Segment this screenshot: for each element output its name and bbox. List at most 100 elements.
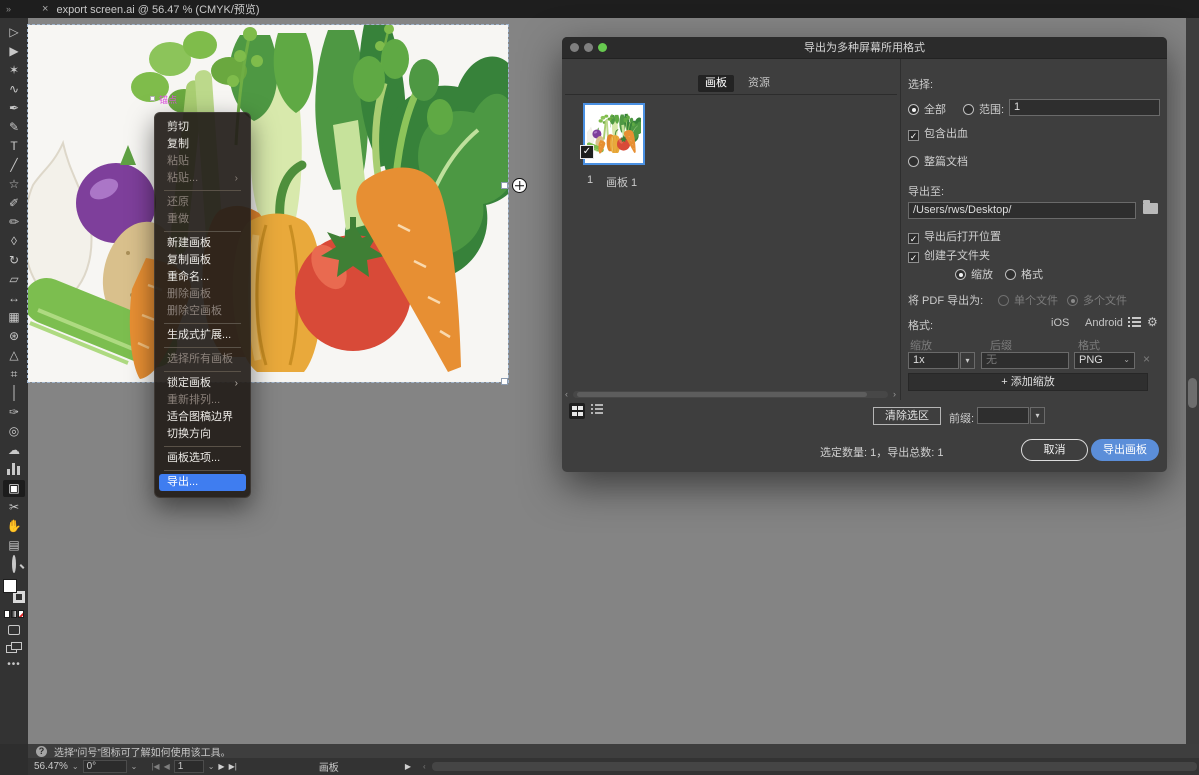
artboard-corner-handle[interactable] xyxy=(501,378,508,385)
gradient-tool[interactable] xyxy=(3,385,25,402)
anchor-point-handle[interactable] xyxy=(150,96,155,101)
zoom-tool[interactable] xyxy=(3,556,25,573)
menu-item-copy[interactable]: 复制 xyxy=(155,136,250,153)
tab-assets[interactable]: 资源 xyxy=(741,75,777,92)
artboard-nav-value[interactable]: 1 xyxy=(174,760,204,773)
scrollbar-thumb[interactable] xyxy=(1188,378,1197,408)
menu-item-lock-artboards[interactable]: 锁定画板› xyxy=(155,375,250,392)
full-document-radio[interactable]: 整篇文档 xyxy=(908,153,968,169)
zoom-dropdown-icon[interactable]: ⌄ xyxy=(72,762,79,771)
rotation-value[interactable]: 0° xyxy=(83,760,127,773)
first-artboard-icon[interactable]: |◀ xyxy=(151,762,159,771)
menu-item-artboard-options[interactable]: 画板选项... xyxy=(155,450,250,467)
range-input[interactable]: 1 xyxy=(1009,99,1160,116)
open-after-export-checkbox[interactable]: ✓导出后打开位置 xyxy=(908,228,1001,244)
screen-mode-icon[interactable] xyxy=(6,642,22,653)
prev-artboard-icon[interactable]: ◀ xyxy=(164,762,170,771)
color-mode-strip[interactable] xyxy=(4,610,24,618)
create-subfolders-checkbox[interactable]: ✓创建子文件夹 xyxy=(908,247,990,263)
edit-toolbar-ellipsis-icon[interactable]: ••• xyxy=(7,659,21,670)
none-swatch-icon[interactable] xyxy=(18,610,24,618)
scale-select[interactable]: 1x xyxy=(908,352,959,369)
menu-item-duplicate-artboard[interactable]: 复制画板 xyxy=(155,252,250,269)
free-transform-tool[interactable]: ▦ xyxy=(3,309,25,326)
canvas-hscrollbar[interactable] xyxy=(432,762,1197,771)
suffix-input[interactable]: 无 xyxy=(981,352,1069,369)
zoom-level-value[interactable]: 56.47% xyxy=(34,761,68,772)
magic-wand-tool[interactable]: ✶ xyxy=(3,62,25,79)
thumbnail-name[interactable]: 画板 1 xyxy=(606,174,637,190)
android-preset-link[interactable]: Android xyxy=(1085,317,1123,329)
export-artboards-button[interactable]: 导出画板 xyxy=(1091,439,1159,461)
scale-tool[interactable]: ▱ xyxy=(3,271,25,288)
dialog-title-bar[interactable]: 导出为多种屏幕所用格式 xyxy=(562,37,1167,59)
play-icon[interactable]: ▶ xyxy=(405,762,411,771)
menu-item-generative-expand[interactable]: 生成式扩展... xyxy=(155,327,250,344)
type-tool[interactable]: T xyxy=(3,138,25,155)
radio-range[interactable]: 范围: xyxy=(963,101,1004,117)
scale-dropdown-icon[interactable]: ▾ xyxy=(960,352,975,369)
subfolder-format-radio[interactable]: 格式 xyxy=(1005,266,1043,282)
color-swatch-icon[interactable] xyxy=(4,610,10,618)
include-bleed-checkbox[interactable]: ✓包含出血 xyxy=(908,125,968,141)
menu-item-fit-to-artwork[interactable]: 适合图稿边界 xyxy=(155,409,250,426)
hand-tool[interactable]: ✋ xyxy=(3,518,25,535)
draw-mode-icon[interactable] xyxy=(8,625,20,635)
artboard-nav-dropdown-icon[interactable]: ⌄ xyxy=(208,762,215,771)
graph-tool[interactable] xyxy=(3,461,25,478)
window-zoom-icon[interactable] xyxy=(598,43,607,52)
rotation-dropdown-icon[interactable]: ⌄ xyxy=(131,762,138,771)
direct-selection-tool[interactable]: ▶ xyxy=(3,43,25,60)
eraser-tool[interactable]: ◊ xyxy=(3,233,25,250)
document-tab-title[interactable]: export screen.ai @ 56.47 % (CMYK/预览) xyxy=(56,1,259,17)
ios-preset-link[interactable]: iOS xyxy=(1051,317,1069,329)
add-scale-button[interactable]: + 添加缩放 xyxy=(908,373,1148,391)
scroll-left-icon[interactable]: ‹ xyxy=(565,389,568,399)
export-path-input[interactable]: /Users/rws/Desktop/ xyxy=(908,202,1136,219)
scroll-right-icon[interactable]: › xyxy=(893,389,896,399)
last-artboard-icon[interactable]: ▶| xyxy=(229,762,237,771)
paintbrush-tool[interactable]: ✐ xyxy=(3,195,25,212)
menu-item-new-artboard[interactable]: 新建画板 xyxy=(155,235,250,252)
hscroll-left-icon[interactable]: ‹ xyxy=(423,762,426,771)
line-segment-tool[interactable]: ╱ xyxy=(3,157,25,174)
thumbnails-hscrollbar[interactable]: ‹ › xyxy=(565,391,896,399)
menu-item-export[interactable]: 导出... xyxy=(159,474,246,491)
next-artboard-icon[interactable]: ▶ xyxy=(218,762,224,771)
artboard-right-handle[interactable] xyxy=(501,182,508,189)
help-question-icon[interactable]: ? xyxy=(36,746,47,757)
window-minimize-icon[interactable] xyxy=(584,43,593,52)
rotate-tool[interactable]: ↻ xyxy=(3,252,25,269)
fill-stroke-control[interactable] xyxy=(3,579,25,603)
shape-builder-tool[interactable]: ⊛ xyxy=(3,328,25,345)
curvature-tool[interactable]: ✎ xyxy=(3,119,25,136)
subfolder-scale-radio[interactable]: 缩放 xyxy=(955,266,993,282)
clear-selection-button[interactable]: 清除选区 xyxy=(873,407,941,425)
fill-swatch[interactable] xyxy=(3,579,17,593)
grid-view-icon[interactable] xyxy=(569,403,585,419)
artboard-tool[interactable]: ▣ xyxy=(3,480,25,497)
menu-item-cut[interactable]: 剪切 xyxy=(155,119,250,136)
pen-tool[interactable]: ✒ xyxy=(3,100,25,117)
print-tiling-tool[interactable]: ▤ xyxy=(3,537,25,554)
format-list-icon[interactable] xyxy=(1128,317,1141,328)
selection-tool[interactable]: ▷ xyxy=(3,24,25,41)
window-close-icon[interactable] xyxy=(570,43,579,52)
menu-item-switch-orientation[interactable]: 切换方向 xyxy=(155,426,250,443)
menu-item-rename[interactable]: 重命名... xyxy=(155,269,250,286)
thumbnail-checkbox[interactable]: ✓ xyxy=(580,145,594,159)
shaper-tool[interactable]: ✏ xyxy=(3,214,25,231)
blend-tool[interactable]: ◎ xyxy=(3,423,25,440)
canvas-vscrollbar[interactable] xyxy=(1186,18,1199,744)
star-tool[interactable]: ☆ xyxy=(3,176,25,193)
tab-artboards[interactable]: 画板 xyxy=(698,75,734,92)
prefix-dropdown-icon[interactable]: ▾ xyxy=(1030,407,1045,424)
list-view-icon[interactable] xyxy=(591,404,605,417)
tab-close-icon[interactable]: × xyxy=(42,3,48,15)
panel-collapse-icon[interactable]: » xyxy=(0,4,22,14)
prefix-input[interactable] xyxy=(977,407,1029,424)
format-select[interactable]: PNG⌄ xyxy=(1074,352,1135,369)
format-settings-gear-icon[interactable]: ⚙ xyxy=(1147,315,1158,329)
mesh-tool[interactable]: ⌗ xyxy=(3,366,25,383)
symbol-sprayer-tool[interactable]: ☁ xyxy=(3,442,25,459)
